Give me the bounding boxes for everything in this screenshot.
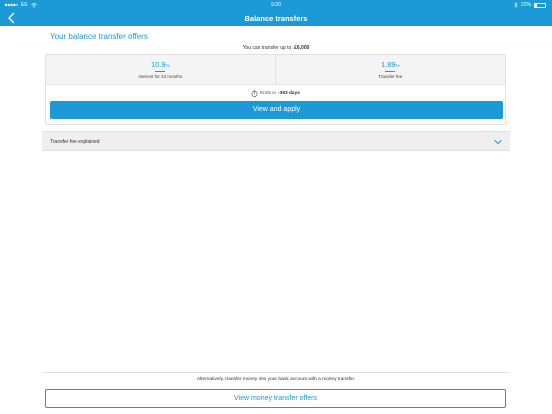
transfer-fee-value: 1.89 — [380, 60, 396, 69]
offers-title: Your balance transfer offers — [50, 32, 148, 41]
offer-expiry: Ends in -393 days — [46, 90, 505, 97]
transfer-limit-label: You can transfer up to: — [242, 45, 293, 51]
battery-percent: 22% — [520, 2, 531, 8]
footer-divider — [42, 372, 510, 373]
transfer-fee-accordion[interactable]: Transfer fee explained — [42, 131, 510, 151]
fee-label: Transfer fee — [378, 74, 403, 79]
status-bar: EE 9:20 22% — [0, 0, 552, 10]
interest-label: Interest for 24 months — [138, 74, 183, 79]
fee-divider — [385, 71, 396, 72]
nav-bar: Balance transfers — [0, 10, 552, 26]
offer-stats: 10.9% Interest for 24 months 1.89% Trans… — [46, 55, 505, 85]
view-and-apply-button[interactable]: View and apply — [50, 101, 503, 119]
interest-rate: 10.9% — [46, 60, 275, 69]
stopwatch-icon — [251, 90, 258, 97]
transfer-limit-amount: £6,000 — [294, 45, 310, 51]
chevron-down-icon[interactable] — [494, 138, 502, 146]
transfer-fee-unit: % — [395, 63, 400, 68]
interest-divider — [155, 71, 166, 72]
money-transfer-hint: Alternatively, transfer money into your … — [196, 377, 356, 382]
transfer-limit: You can transfer up to: £6,000 — [0, 45, 552, 51]
battery-icon — [534, 2, 546, 8]
status-right: 22% — [514, 2, 546, 8]
status-time: 9:20 — [271, 2, 281, 8]
offer-card: 10.9% Interest for 24 months 1.89% Trans… — [45, 54, 506, 125]
accordion-label: Transfer fee explained — [50, 139, 100, 145]
transfer-fee: 1.89% — [276, 60, 506, 69]
interest-stat: 10.9% Interest for 24 months — [46, 55, 276, 85]
fee-stat: 1.89% Transfer fee — [276, 55, 506, 85]
page-title: Balance transfers — [244, 14, 308, 23]
bluetooth-icon — [514, 2, 518, 8]
interest-rate-value: 10.9 — [150, 60, 166, 69]
interest-rate-unit: % — [165, 63, 170, 68]
view-money-transfer-button[interactable]: View money transfer offers — [45, 389, 506, 408]
expiry-value: -393 days — [278, 91, 300, 96]
expiry-label: Ends in — [260, 91, 277, 96]
